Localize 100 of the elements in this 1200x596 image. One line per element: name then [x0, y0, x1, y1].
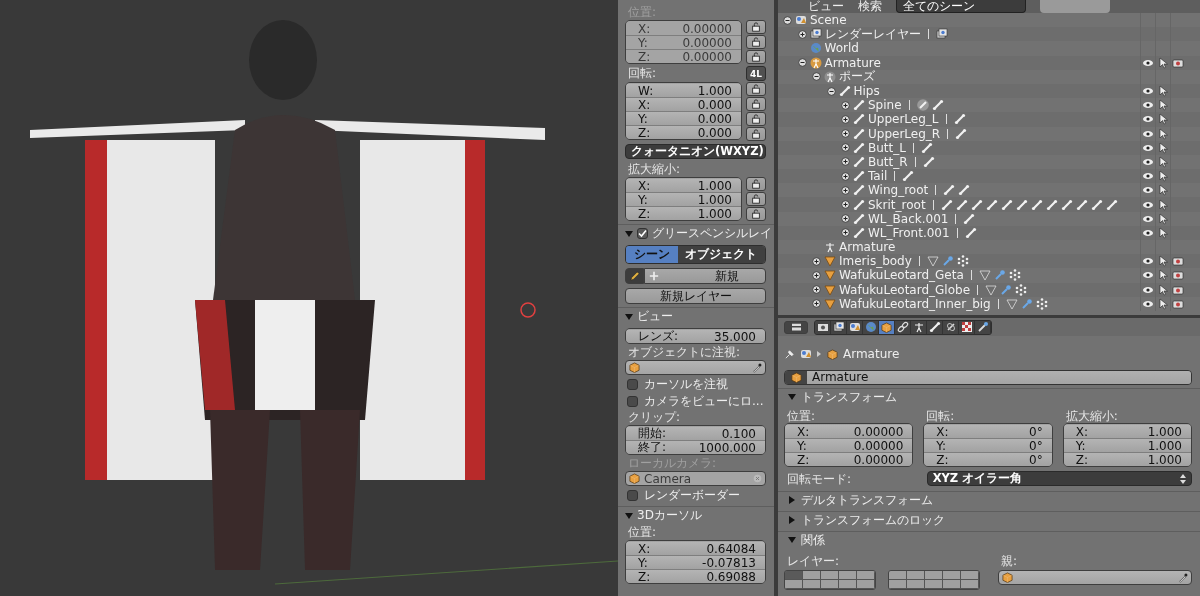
tree-item-label[interactable]: Scene — [810, 13, 847, 28]
parent-field[interactable] — [998, 570, 1192, 585]
number-field[interactable]: Z: 0.69088 — [626, 569, 765, 583]
rotation-mode-dropdown[interactable]: XYZ オイラー角 — [926, 471, 1192, 486]
number-field[interactable]: X: 0° — [924, 424, 1052, 438]
rotation-mode-dropdown[interactable]: クォータニオン(WXYZ) — [625, 144, 766, 159]
expand-icon[interactable] — [841, 200, 850, 210]
layer-toggle[interactable] — [907, 571, 925, 580]
layer-toggle[interactable] — [925, 571, 943, 580]
new-button[interactable]: 新規 — [643, 268, 766, 284]
expand-icon[interactable] — [841, 157, 850, 167]
editor-tab[interactable] — [975, 320, 991, 334]
lock-button[interactable] — [746, 97, 766, 111]
new-layer-button[interactable]: 新規レイヤー — [625, 288, 766, 304]
tree-item-label[interactable]: UpperLeg_R — [868, 126, 941, 141]
layer-toggle[interactable] — [785, 571, 803, 580]
number-field[interactable]: Y: 0° — [924, 438, 1052, 452]
expand-icon[interactable] — [841, 171, 850, 181]
expand-icon[interactable] — [812, 299, 821, 309]
filter-dropdown[interactable]: 全てのシーン — [896, 0, 1026, 13]
checkbox[interactable] — [627, 378, 638, 390]
number-field[interactable]: 開始: 0.100 — [626, 426, 765, 440]
tree-item-label[interactable]: World — [824, 41, 859, 56]
number-field[interactable]: Y: 1.000 — [626, 192, 741, 206]
layer-toggle[interactable] — [925, 580, 943, 589]
tab[interactable]: オブジェクト — [677, 246, 765, 263]
tree-item-label[interactable]: Armature — [839, 240, 896, 255]
number-field[interactable]: Y: 1.000 — [1063, 438, 1191, 452]
tree-item-label[interactable]: WL_Front.001 — [868, 225, 950, 240]
expand-icon[interactable] — [797, 29, 807, 39]
number-field[interactable]: W: 1.000 — [626, 83, 741, 97]
tree-item-label[interactable]: ポーズ — [839, 68, 875, 86]
layer-toggle[interactable] — [839, 571, 857, 580]
tree-item-label[interactable]: WL_Back.001 — [868, 211, 949, 226]
expand-icon[interactable] — [841, 114, 850, 124]
expand-icon[interactable] — [812, 256, 821, 266]
layer-toggle[interactable] — [943, 580, 961, 589]
collapse-icon[interactable] — [783, 15, 792, 25]
number-field[interactable]: Z: 0° — [924, 452, 1052, 466]
layer-toggle[interactable] — [803, 580, 821, 589]
tree-item-label[interactable]: WafukuLeotard_Inner_big — [839, 296, 991, 311]
editor-tab[interactable] — [847, 320, 863, 334]
collapse-icon[interactable] — [797, 58, 807, 68]
tree-item-label[interactable]: Hips — [853, 84, 880, 99]
layer-toggle[interactable] — [961, 580, 979, 589]
editor-type-button[interactable] — [784, 320, 808, 334]
lock-mode-button[interactable]: 4L — [746, 66, 766, 81]
tree-item-label[interactable]: Butt_R — [868, 154, 908, 169]
lock-button[interactable] — [746, 112, 766, 126]
lock-button[interactable] — [746, 192, 766, 206]
tree-item-label[interactable]: UpperLeg_L — [868, 112, 939, 127]
number-field[interactable]: Z: 1.000 — [1063, 452, 1191, 466]
layer-toggle[interactable] — [907, 580, 925, 589]
number-field[interactable]: レンズ: 35.000 — [626, 329, 765, 343]
lock-button[interactable] — [746, 207, 766, 221]
lock-button[interactable] — [746, 177, 766, 191]
tree-item-label[interactable]: Imeris_body — [839, 254, 912, 269]
expand-icon[interactable] — [841, 185, 850, 195]
number-field[interactable]: X: 0.000 — [626, 97, 741, 111]
object-field[interactable] — [625, 360, 766, 375]
tree-item-label[interactable]: Skrit_root — [868, 197, 926, 212]
tree-item-label[interactable]: Tail — [868, 169, 888, 184]
number-field[interactable]: 終了: 1000.000 — [626, 440, 765, 454]
expand-icon[interactable] — [841, 228, 850, 238]
expand-icon[interactable] — [841, 214, 850, 224]
editor-tab[interactable] — [815, 320, 831, 334]
editor-tab[interactable] — [927, 320, 943, 334]
menu-item[interactable]: ビュー — [808, 0, 844, 13]
checkbox[interactable] — [637, 228, 648, 239]
layer-toggle[interactable] — [857, 571, 875, 580]
number-field[interactable]: Z: 1.000 — [626, 206, 741, 220]
number-field[interactable]: Z: 0.00000 — [785, 452, 913, 466]
lock-button[interactable] — [746, 50, 766, 64]
layer-toggle[interactable] — [961, 571, 979, 580]
layer-toggle[interactable] — [943, 571, 961, 580]
number-field[interactable]: X: 1.000 — [1063, 424, 1191, 438]
lock-button[interactable] — [746, 35, 766, 49]
search-field[interactable] — [1040, 0, 1110, 13]
tree-item-label[interactable]: Spine — [868, 98, 902, 113]
layer-toggle[interactable] — [803, 571, 821, 580]
number-field[interactable]: Y: 0.00000 — [785, 438, 913, 452]
number-field[interactable]: X: 0.64084 — [626, 541, 765, 555]
editor-tab[interactable] — [959, 320, 975, 334]
layer-toggle[interactable] — [857, 580, 875, 589]
tree-item-label[interactable]: Butt_L — [868, 140, 906, 155]
number-field[interactable]: X: 1.000 — [626, 178, 741, 192]
lock-button[interactable] — [746, 20, 766, 34]
tree-item-label[interactable]: WafukuLeotard_Geta — [839, 268, 964, 283]
collapse-icon[interactable] — [826, 86, 836, 96]
expand-icon[interactable] — [812, 285, 821, 295]
tree-item-label[interactable]: Wing_root — [868, 183, 929, 198]
number-field[interactable]: Y: 0.000 — [626, 111, 741, 125]
expand-icon[interactable] — [841, 129, 850, 139]
layer-toggle[interactable] — [821, 571, 839, 580]
layer-toggle[interactable] — [839, 580, 857, 589]
expand-icon[interactable] — [841, 100, 850, 110]
layer-toggle[interactable] — [889, 580, 907, 589]
pencil-selector[interactable] — [625, 268, 644, 284]
number-field[interactable]: Y: -0.07813 — [626, 555, 765, 569]
expand-icon[interactable] — [812, 270, 821, 280]
